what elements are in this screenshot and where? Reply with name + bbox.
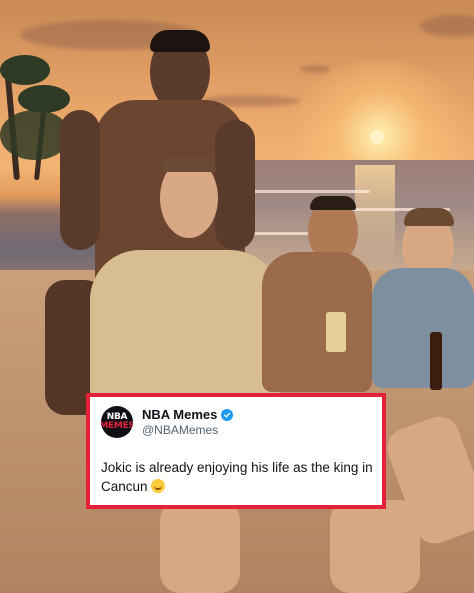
laughing-emoji-icon — [151, 479, 166, 493]
account-name[interactable]: NBA Memes — [142, 407, 217, 422]
verified-badge-icon — [221, 408, 234, 421]
avatar-text-bottom: MEMES — [101, 421, 133, 431]
sun — [370, 130, 384, 144]
sun-reflection — [355, 165, 395, 265]
tweet-header: NBA MEMES NBA Memes @NBAMemes — [101, 406, 234, 438]
tweet-body: Jokic is already enjoying his life as th… — [101, 460, 373, 494]
palm-leaves — [0, 55, 50, 85]
wave — [250, 190, 370, 193]
avatar[interactable]: NBA MEMES — [101, 406, 133, 438]
palm-leaves — [18, 85, 70, 113]
cloud — [420, 15, 474, 37]
tweet-card: NBA MEMES NBA Memes @NBAMemes Jokic is a… — [86, 393, 386, 509]
beach-sunset-photo: NBA MEMES NBA Memes @NBAMemes Jokic is a… — [0, 0, 474, 593]
account-handle[interactable]: @NBAMemes — [142, 423, 233, 437]
account-identity: NBA Memes @NBAMemes — [142, 407, 234, 437]
cloud — [300, 65, 330, 73]
name-row: NBA Memes — [142, 407, 234, 422]
tweet-text: Jokic is already enjoying his life as th… — [101, 458, 375, 496]
